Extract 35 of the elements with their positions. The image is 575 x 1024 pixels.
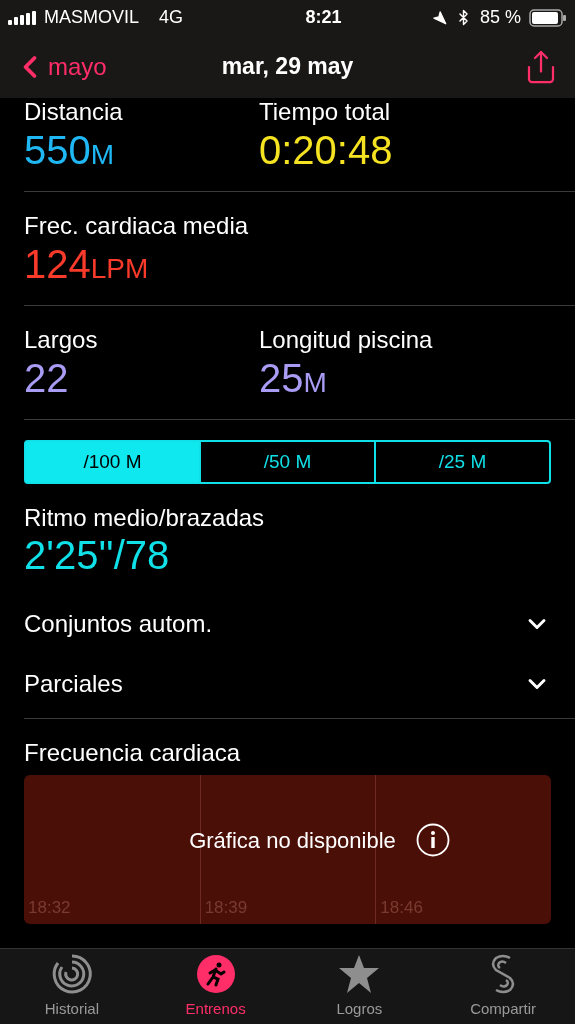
rings-icon: [51, 953, 92, 994]
metric-label: Longitud piscina: [259, 326, 434, 354]
battery-percentage: 85 %: [479, 6, 521, 29]
metric-label: Frec. cardiaca media: [24, 212, 250, 240]
tab-bar-item[interactable]: Compartir: [431, 949, 575, 1024]
clock: 8:21: [305, 6, 342, 29]
page-title: mar, 29 may: [221, 52, 354, 82]
pace-value: 2'25''/78: [24, 532, 171, 578]
battery-icon: [529, 8, 567, 27]
signal-icon: [8, 10, 36, 25]
chart-title: Frecuencia cardiaca: [24, 739, 242, 767]
tab-bar-item[interactable]: Entrenos: [143, 949, 288, 1024]
network-type: 4G: [159, 6, 184, 29]
metric-value: 124LPM: [24, 241, 150, 288]
carrier-name: MASMOVIL: [44, 6, 140, 29]
section-row[interactable]: Conjuntos autom.: [24, 594, 575, 654]
info-icon[interactable]: [415, 823, 450, 857]
metric-value: 550M: [24, 127, 116, 174]
segment-tab[interactable]: /100 M: [26, 442, 199, 482]
metric-value: 22: [24, 355, 70, 402]
location-icon: [431, 10, 447, 25]
segment-tab[interactable]: /25 M: [374, 442, 549, 482]
pace-label: Ritmo medio/brazadas: [24, 504, 266, 532]
metric-value: 0:20:48: [259, 127, 394, 174]
back-button[interactable]: mayo: [12, 48, 107, 85]
metric-label: Tiempo total: [259, 98, 392, 126]
tab-bar-item[interactable]: Logros: [287, 949, 432, 1024]
segment-tab[interactable]: /50 M: [199, 442, 374, 482]
metric-label: Distancia: [24, 98, 124, 126]
tab-bar-item[interactable]: Historial: [0, 949, 144, 1024]
runner-icon: [195, 953, 236, 994]
section-row[interactable]: Parciales: [24, 654, 575, 714]
unavailable-message: Gráfica no disponible: [189, 826, 396, 855]
metric-value: 25M: [259, 355, 328, 402]
metric-label: Largos: [24, 326, 99, 354]
